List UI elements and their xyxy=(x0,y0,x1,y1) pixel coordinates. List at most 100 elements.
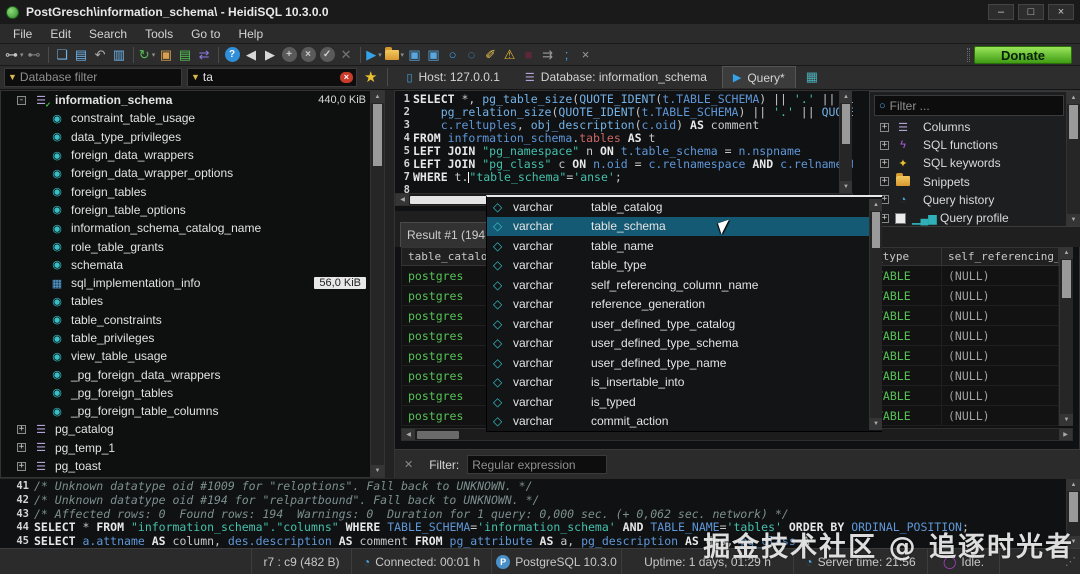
scroll-up-icon[interactable]: ▲ xyxy=(840,91,852,103)
helper-item-query-profile[interactable]: +▁▄▆Query profile xyxy=(870,209,1080,227)
expander-icon[interactable]: + xyxy=(17,462,26,471)
grid-cell[interactable]: postgres xyxy=(401,366,487,386)
goto-last-icon[interactable]: ▶ xyxy=(261,45,280,64)
donate-button[interactable]: Donate xyxy=(974,46,1072,64)
autocomplete-item-user_defined_type_catalog[interactable]: ◇varcharuser_defined_type_catalog xyxy=(487,314,882,334)
autocomplete-item-table_name[interactable]: ◇varchartable_name xyxy=(487,236,882,256)
autocomplete-item-reference_generation[interactable]: ◇varcharreference_generation xyxy=(487,295,882,315)
grid-cell[interactable]: postgres xyxy=(401,306,487,326)
scroll-down-icon[interactable]: ▼ xyxy=(1060,414,1073,426)
expander-icon[interactable]: + xyxy=(17,425,26,434)
grid-cell[interactable]: (NULL) xyxy=(941,326,1059,346)
tree-item-foreign_data_wrappers[interactable]: ◉foreign_data_wrappers xyxy=(1,146,384,164)
connect-icon[interactable]: ⊶▾ xyxy=(4,45,25,64)
help-icon[interactable]: ? xyxy=(223,45,242,64)
dropdown-caret-icon[interactable]: ▾ xyxy=(152,51,156,59)
expander-icon[interactable]: + xyxy=(880,123,889,132)
grid-scrollbar[interactable]: ▲▼ xyxy=(1059,247,1073,426)
delete-row-icon[interactable]: × xyxy=(299,45,318,64)
expander-icon[interactable]: + xyxy=(880,141,889,150)
tree-item-_pg_foreign_table_columns[interactable]: ◉_pg_foreign_table_columns xyxy=(1,402,384,420)
tree-item-role_table_grants[interactable]: ◉role_table_grants xyxy=(1,237,384,255)
expander-icon[interactable]: + xyxy=(880,159,889,168)
autocomplete-item-is_typed[interactable]: ◇varcharis_typed xyxy=(487,392,882,412)
scroll-thumb[interactable] xyxy=(1069,492,1078,522)
scroll-thumb[interactable] xyxy=(842,104,850,144)
scroll-up-icon[interactable]: ▲ xyxy=(1067,92,1080,104)
grid-cell[interactable]: postgres xyxy=(401,286,487,306)
tree-item-information_schema[interactable]: -☰✓information_schema440,0 KiB xyxy=(1,91,384,109)
dropdown-caret-icon[interactable]: ▾ xyxy=(401,51,405,59)
blob-viewer-icon[interactable]: ■ xyxy=(519,45,538,64)
autocomplete-item-self_referencing_column_name[interactable]: ◇varcharself_referencing_column_name xyxy=(487,275,882,295)
tree-item-table_constraints[interactable]: ◉table_constraints xyxy=(1,311,384,329)
grid-cell[interactable]: postgres xyxy=(401,406,487,426)
scroll-thumb[interactable] xyxy=(373,104,382,166)
grid-cell[interactable]: postgres xyxy=(401,266,487,286)
grid-cell[interactable]: (NULL) xyxy=(941,406,1059,426)
dropdown-caret-icon[interactable]: ▾ xyxy=(378,51,382,59)
tab-database[interactable]: ☰ Database: information_schema xyxy=(515,66,717,88)
scroll-thumb[interactable] xyxy=(417,431,459,439)
menu-item-search[interactable]: Search xyxy=(80,25,136,43)
grid-cell[interactable]: postgres xyxy=(401,386,487,406)
autocomplete-scrollbar[interactable]: ▲▼ xyxy=(869,199,882,430)
toolbar-grip[interactable] xyxy=(967,48,970,62)
tree-item-view_table_usage[interactable]: ◉view_table_usage xyxy=(1,347,384,365)
column-header-self-referencing[interactable]: self_referencing_col xyxy=(941,247,1059,266)
tree-item-pg_temp_1[interactable]: +☰pg_temp_1 xyxy=(1,439,384,457)
tree-item-foreign_tables[interactable]: ◉foreign_tables xyxy=(1,182,384,200)
tree-item-pg_catalog[interactable]: +☰pg_catalog xyxy=(1,420,384,438)
data-sync-icon[interactable]: ⇄ xyxy=(195,45,214,64)
scroll-left-icon[interactable]: ◀ xyxy=(396,194,409,205)
post-changes-icon[interactable]: ✓ xyxy=(318,45,337,64)
menu-item-tools[interactable]: Tools xyxy=(136,25,182,43)
scroll-up-icon[interactable]: ▲ xyxy=(371,91,384,103)
scroll-thumb[interactable] xyxy=(872,212,880,248)
reformat-icon[interactable]: ⇉ xyxy=(538,45,557,64)
database-filter-input[interactable] xyxy=(20,70,178,84)
grid-cell[interactable]: (NULL) xyxy=(941,286,1059,306)
tree-item-data_type_privileges[interactable]: ◉data_type_privileges xyxy=(1,128,384,146)
scroll-up-icon[interactable]: ▲ xyxy=(1067,479,1080,491)
tab-query[interactable]: ▶ Query* xyxy=(722,66,796,88)
helper-item-snippets[interactable]: +Snippets xyxy=(870,173,1080,191)
tree-item-schemata[interactable]: ◉schemata xyxy=(1,256,384,274)
tree-item-foreign_data_wrapper_options[interactable]: ◉foreign_data_wrapper_options xyxy=(1,164,384,182)
grid-cell[interactable]: postgres xyxy=(401,326,487,346)
scroll-left-icon[interactable]: ◀ xyxy=(402,429,415,440)
grid-cell[interactable]: (NULL) xyxy=(941,266,1059,286)
add-row-icon[interactable]: + xyxy=(280,45,299,64)
close-filter-icon[interactable]: ✕ xyxy=(404,458,413,471)
save-icon[interactable]: ▣ xyxy=(405,45,424,64)
scroll-thumb[interactable] xyxy=(1062,260,1071,298)
find-icon[interactable]: ○ xyxy=(443,45,462,64)
run-query-icon[interactable]: ▶▾ xyxy=(365,45,384,64)
new-query-tab-button[interactable]: ▦ xyxy=(801,67,823,87)
clear-filter-icon[interactable]: × xyxy=(340,72,353,83)
helpers-filter-input[interactable] xyxy=(890,99,1059,113)
menu-item-help[interactable]: Help xyxy=(229,25,272,43)
editor-code[interactable]: SELECT *, pg_table_size(QUOTE_IDENT(t.TA… xyxy=(413,91,853,193)
copy-icon[interactable]: ❏ xyxy=(53,45,72,64)
helper-item-sql-functions[interactable]: +ϟSQL functions xyxy=(870,136,1080,154)
expander-icon[interactable]: + xyxy=(17,443,26,452)
save-snippet-icon[interactable]: ▣ xyxy=(424,45,443,64)
paste-icon[interactable]: ▤ xyxy=(72,45,91,64)
close-button[interactable]: × xyxy=(1048,4,1074,20)
open-sql-file-icon[interactable]: ▾ xyxy=(384,45,406,64)
scroll-right-icon[interactable]: ▶ xyxy=(1059,429,1072,440)
table-filter-input[interactable] xyxy=(203,70,337,84)
disconnect-icon[interactable]: ⊷ xyxy=(25,45,44,64)
column-header-table-catalog[interactable]: table_catalog xyxy=(401,247,487,266)
session-manager-icon[interactable]: ▥ xyxy=(110,45,129,64)
helper-item-query-history[interactable]: +◔Query history xyxy=(870,191,1080,209)
favorites-star-icon[interactable]: ★ xyxy=(362,68,379,86)
refresh-icon[interactable]: ↻▾ xyxy=(138,45,157,64)
grid-cell[interactable]: (NULL) xyxy=(941,346,1059,366)
menu-item-edit[interactable]: Edit xyxy=(41,25,80,43)
query-profile-checkbox[interactable] xyxy=(895,213,906,224)
grid-cell[interactable]: postgres xyxy=(401,346,487,366)
user-manager-icon[interactable]: ▣ xyxy=(157,45,176,64)
export-icon[interactable]: ▤ xyxy=(176,45,195,64)
